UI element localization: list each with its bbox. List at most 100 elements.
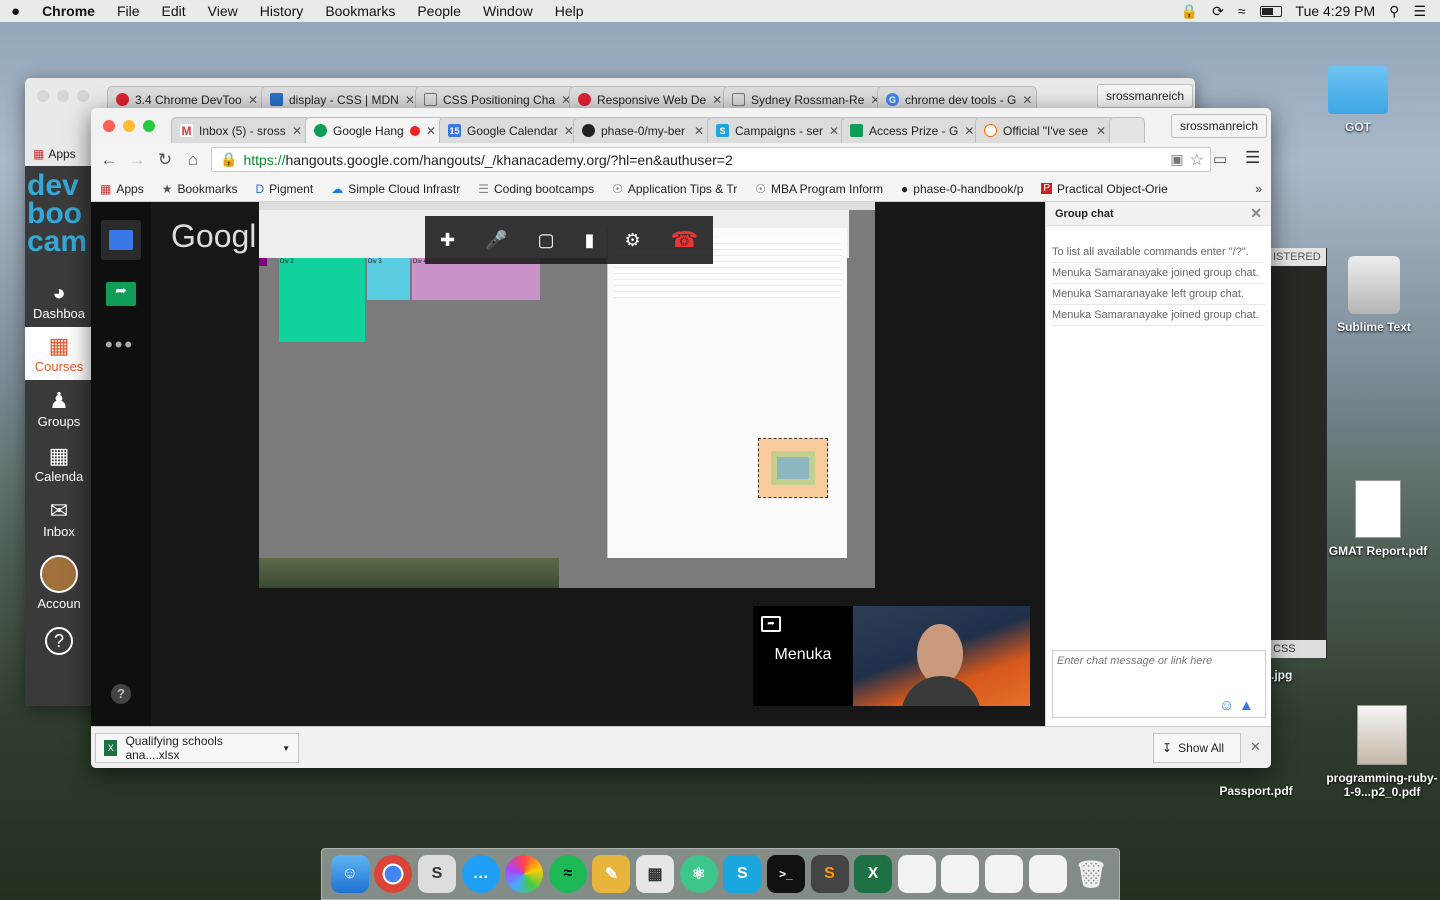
drive-icon[interactable]: ▲ <box>1239 697 1254 714</box>
bookmark-bookmarks[interactable]: ★ Bookmarks <box>153 182 247 196</box>
sublime-icon[interactable]: S <box>810 855 849 893</box>
bookmark-application-tips[interactable]: ☉ Application Tips & Tr <box>603 182 746 196</box>
show-all-button[interactable]: ↧ Show All <box>1153 733 1241 763</box>
settings-icon[interactable]: ⚙ <box>624 230 640 251</box>
terminal-icon[interactable]: >_ <box>766 855 805 893</box>
sidebar-item-calendar[interactable]: ▦ Calenda <box>25 443 93 484</box>
menu-icon[interactable]: ☰ <box>1245 148 1260 168</box>
sketch-icon[interactable]: ✎ <box>592 855 631 893</box>
document-thumb-icon[interactable] <box>897 855 936 893</box>
battery-icon[interactable] <box>1259 5 1282 17</box>
profile-button[interactable]: srossmanreich <box>1171 114 1268 138</box>
bookmark-pigment[interactable]: D Pigment <box>247 182 323 196</box>
signal-icon[interactable]: ▮ <box>585 230 595 251</box>
hang-up-icon[interactable]: ☎ <box>671 227 698 253</box>
new-tab-button[interactable] <box>1109 117 1145 143</box>
tab-reddit[interactable]: Official "I've see ✕ <box>975 117 1115 143</box>
bookmark-apps[interactable]: ▦ Apps <box>91 182 153 196</box>
camera-off-icon[interactable]: ▢ <box>538 230 555 251</box>
desktop-folder-got[interactable]: GOT <box>1298 66 1418 134</box>
home-icon[interactable]: ⌂ <box>179 150 207 170</box>
forward-arrow-icon[interactable]: → <box>123 150 151 170</box>
bookmark-bootcamps[interactable]: ☰ Coding bootcamps <box>469 182 603 196</box>
tab-gmail[interactable]: M Inbox (5) - sross ✕ <box>171 117 311 143</box>
sync-icon[interactable]: ⟳ <box>1212 3 1224 20</box>
menu-app-name[interactable]: Chrome <box>31 3 106 19</box>
desktop-file-gmat[interactable]: GMAT Report.pdf <box>1318 480 1438 558</box>
folder-thumb-icon[interactable] <box>1028 855 1067 893</box>
close-icon[interactable]: ✕ <box>1096 124 1106 138</box>
front-browser-window[interactable]: M Inbox (5) - sross ✕ Google Hang ✕ 15 Googl… <box>91 108 1271 768</box>
back-apps-bookmark[interactable]: ▦ Apps <box>25 144 95 164</box>
desktop-drive-sublime[interactable]: Sublime Text <box>1314 256 1434 334</box>
close-icon[interactable]: ✕ <box>248 93 258 107</box>
sidebar-item-groups[interactable]: ♟ Groups <box>25 388 93 429</box>
cast-icon[interactable]: ▭ <box>1213 150 1227 168</box>
close-button[interactable] <box>103 120 115 132</box>
tab-calendar[interactable]: 15 Google Calendar ✕ <box>439 117 579 143</box>
sequel-icon[interactable]: S <box>418 855 457 893</box>
chevron-down-icon[interactable]: ▼ <box>282 744 290 753</box>
calculator-icon[interactable]: ▦ <box>636 855 675 893</box>
finder-icon[interactable]: ☺ <box>330 855 369 893</box>
chrome-icon[interactable] <box>374 855 413 893</box>
desktop-file-passport[interactable]: Passport.pdf <box>1196 784 1316 798</box>
bookmark-mba[interactable]: ☉ MBA Program Inform <box>746 182 892 196</box>
close-icon[interactable]: ✕ <box>426 124 436 138</box>
menu-help[interactable]: Help <box>544 3 595 19</box>
spreadsheet-thumb-icon[interactable] <box>941 855 980 893</box>
apple-icon[interactable]: ● <box>0 3 31 20</box>
address-bar[interactable]: 🔒 https:// hangouts.google.com/hangouts/… <box>211 147 1211 172</box>
profile-button[interactable]: srossmanreich <box>1097 84 1194 108</box>
chat-input[interactable] <box>1053 651 1265 671</box>
participant-tile[interactable]: ➦ Menuka <box>753 606 853 706</box>
bookmarks-overflow-icon[interactable]: » <box>1246 182 1271 196</box>
help-icon[interactable]: ? <box>45 627 73 655</box>
list-icon[interactable]: ☰ <box>1413 3 1426 20</box>
tab-campaigns[interactable]: S Campaigns - ser ✕ <box>707 117 847 143</box>
desktop-label-jpg[interactable]: .jpg <box>1271 668 1292 682</box>
close-icon[interactable]: ✕ <box>964 124 974 138</box>
more-options-icon[interactable]: ••• <box>105 332 134 358</box>
tab-sheets[interactable]: Access Prize - G ✕ <box>841 117 981 143</box>
menu-bookmarks[interactable]: Bookmarks <box>314 3 406 19</box>
menu-view[interactable]: View <box>197 3 249 19</box>
minimize-button-inactive[interactable] <box>57 90 69 102</box>
close-icon[interactable]: ✕ <box>405 93 415 107</box>
back-arrow-icon[interactable]: ← <box>95 150 123 170</box>
zoom-button[interactable] <box>143 120 155 132</box>
sidebar-item-dashboard[interactable]: ◕ Dashboa <box>25 280 93 321</box>
close-icon[interactable]: ✕ <box>1022 93 1032 107</box>
minimize-button[interactable] <box>123 120 135 132</box>
close-icon[interactable]: ✕ <box>1250 739 1261 755</box>
clock[interactable]: Tue 4:29 PM <box>1296 3 1376 19</box>
lock-icon[interactable]: 🔒 <box>1181 3 1198 20</box>
atom-icon[interactable]: ⚛ <box>679 855 718 893</box>
emoji-icon[interactable]: ☺ <box>1219 697 1234 714</box>
camera-icon[interactable]: ▣ <box>1170 151 1183 168</box>
mute-mic-icon[interactable]: 🎤 <box>485 230 507 251</box>
slides-icon[interactable]: S <box>723 855 762 893</box>
chat-input-box[interactable]: ☺ ▲ <box>1052 650 1266 718</box>
bookmark-handbook[interactable]: ● phase-0-handbook/p <box>892 182 1032 196</box>
bookmark-practical[interactable]: P Practical Object-Orie <box>1032 182 1176 196</box>
close-icon[interactable]: ✕ <box>1250 205 1262 222</box>
wifi-icon[interactable]: ≈ <box>1238 3 1246 19</box>
menu-people[interactable]: People <box>406 3 472 19</box>
tab-github[interactable]: phase-0/my-ber ✕ <box>573 117 713 143</box>
close-icon[interactable]: ✕ <box>694 124 704 138</box>
screenshare-icon[interactable]: ➦ <box>106 282 136 306</box>
chat-icon[interactable] <box>101 220 141 260</box>
download-item[interactable]: X Qualifying schools ana....xlsx ▼ <box>95 733 299 763</box>
spotify-icon[interactable]: ≈ <box>548 855 587 893</box>
tab-hangouts[interactable]: Google Hang ✕ <box>305 117 445 143</box>
help-icon[interactable]: ? <box>111 684 131 704</box>
excel-icon[interactable]: X <box>854 855 893 893</box>
close-icon[interactable]: ✕ <box>829 124 839 138</box>
close-icon[interactable]: ✕ <box>292 124 302 138</box>
zoom-button-inactive[interactable] <box>77 90 89 102</box>
sidebar-item-courses[interactable]: ▦ Courses <box>25 327 93 380</box>
participant-video[interactable] <box>853 606 1030 706</box>
close-button-inactive[interactable] <box>37 90 49 102</box>
photos-icon[interactable] <box>505 855 544 893</box>
